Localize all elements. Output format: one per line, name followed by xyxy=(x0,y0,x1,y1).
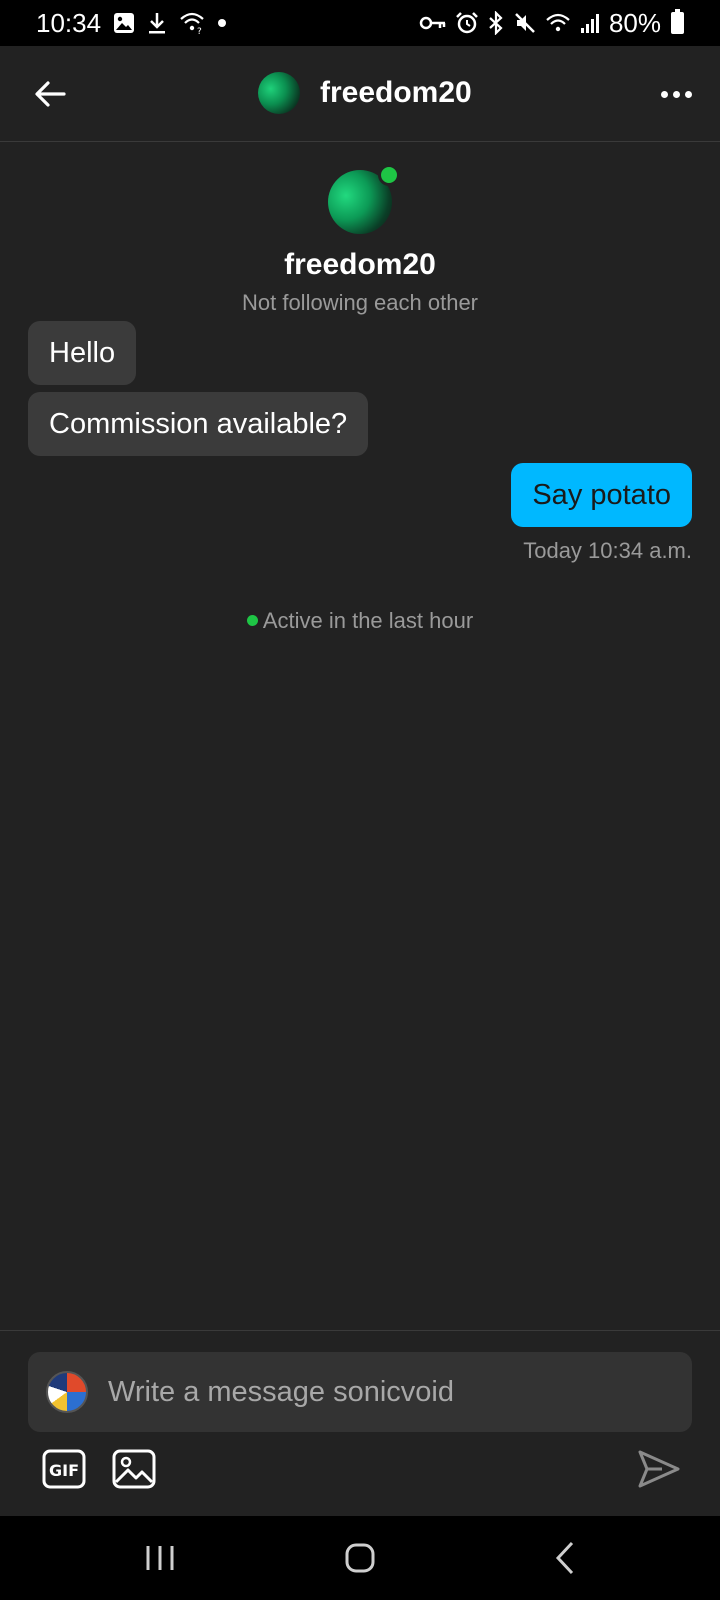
profile-summary: freedom20 Not following each other xyxy=(0,160,720,316)
alarm-icon xyxy=(455,9,479,37)
message-bubble-incoming[interactable]: Hello xyxy=(28,321,137,385)
system-nav-bar xyxy=(0,1516,720,1600)
avatar[interactable] xyxy=(258,72,300,114)
image-icon xyxy=(113,9,135,37)
header-title: freedom20 xyxy=(320,76,472,109)
battery-icon xyxy=(671,9,684,34)
bluetooth-icon xyxy=(487,9,505,37)
signal-icon xyxy=(579,9,601,37)
arrow-left-icon xyxy=(35,81,66,107)
more-dot-icon xyxy=(672,90,680,98)
gif-button[interactable]: GIF xyxy=(42,1448,86,1490)
wifi-calling-icon: ? xyxy=(179,9,205,37)
header-user[interactable]: freedom20 xyxy=(258,72,472,114)
message-text: Say potato xyxy=(532,478,671,511)
message-bubble-outgoing[interactable]: Say potato xyxy=(511,463,692,527)
battery-percent: 80% xyxy=(608,7,661,38)
chevron-left-icon xyxy=(555,1541,574,1575)
gif-icon: GIF xyxy=(42,1449,86,1489)
svg-text:GIF: GIF xyxy=(49,1461,79,1480)
home-button[interactable] xyxy=(340,1538,380,1578)
message-composer[interactable] xyxy=(28,1352,692,1432)
send-icon xyxy=(638,1450,680,1488)
recent-apps-icon xyxy=(146,1546,174,1570)
status-time: 10:34 xyxy=(36,7,102,38)
mute-icon xyxy=(513,9,537,37)
system-back-button[interactable] xyxy=(546,1538,586,1578)
conversation-header: freedom20 xyxy=(0,46,720,142)
active-dot-icon xyxy=(246,615,258,626)
more-dot-icon xyxy=(684,90,692,98)
photo-button[interactable] xyxy=(112,1448,156,1490)
my-avatar xyxy=(46,1371,88,1413)
recent-apps-button[interactable] xyxy=(140,1538,180,1578)
dot-icon xyxy=(217,9,227,37)
profile-name[interactable]: freedom20 xyxy=(0,248,720,282)
relationship-status: Not following each other xyxy=(241,290,479,315)
more-dot-icon xyxy=(660,90,668,98)
activity-text: Active in the last hour xyxy=(262,608,474,633)
status-bar-left: 10:34 ? xyxy=(36,8,227,39)
more-options-button[interactable] xyxy=(652,76,700,112)
activity-status: Active in the last hour xyxy=(0,608,720,634)
back-button[interactable] xyxy=(28,72,72,116)
vpn-key-icon xyxy=(419,9,447,37)
status-bar: 10:34 ? 80% xyxy=(0,0,720,46)
message-bubble-incoming[interactable]: Commission available? xyxy=(28,392,369,456)
message-text: Commission available? xyxy=(49,407,348,440)
download-icon xyxy=(147,9,167,37)
message-text: Hello xyxy=(49,336,116,369)
message-input[interactable] xyxy=(108,1375,668,1409)
image-icon xyxy=(112,1449,156,1489)
svg-text:?: ? xyxy=(197,27,202,35)
wifi-icon xyxy=(545,9,571,37)
send-button[interactable] xyxy=(636,1446,682,1492)
online-indicator xyxy=(378,164,400,186)
home-icon xyxy=(345,1543,375,1573)
message-timestamp: Today 10:34 a.m. xyxy=(523,538,692,563)
divider xyxy=(0,1330,720,1331)
status-bar-right: 80% xyxy=(419,8,684,39)
profile-avatar[interactable] xyxy=(328,164,400,234)
